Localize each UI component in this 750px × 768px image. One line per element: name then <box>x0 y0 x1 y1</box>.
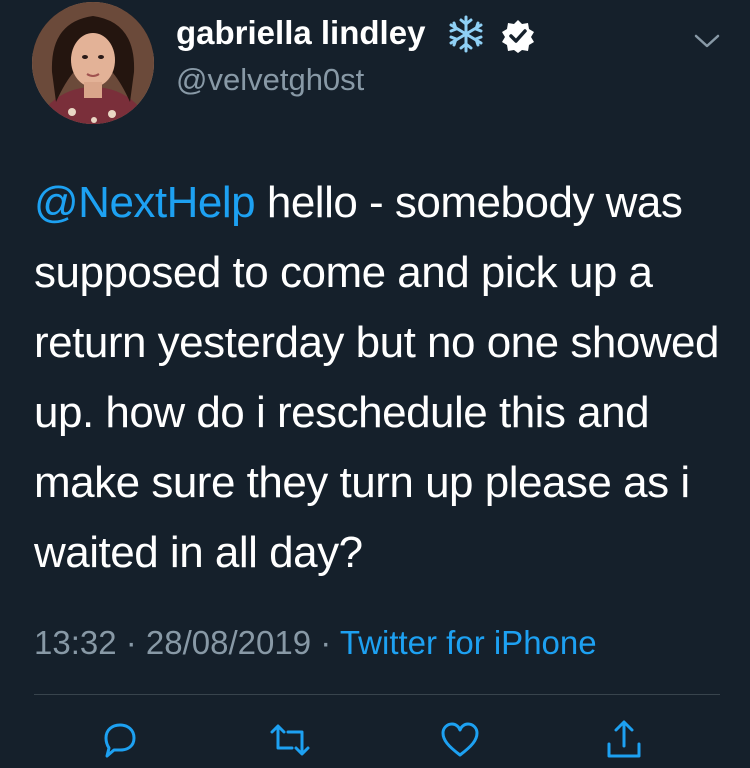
mention-link[interactable]: @NextHelp <box>34 178 256 227</box>
retweet-icon <box>270 724 310 756</box>
reply-button[interactable] <box>96 716 144 764</box>
meta-separator: · <box>311 624 340 661</box>
tweet-body: hello - somebody was supposed to come an… <box>34 178 720 577</box>
meta-separator: · <box>116 624 146 661</box>
like-icon <box>441 722 479 757</box>
tweet-date: 28/08/2019 <box>145 624 312 661</box>
retweet-button[interactable] <box>266 716 314 764</box>
tweet-time: 13:32 <box>34 624 117 661</box>
display-name[interactable]: gabriella lindley <box>176 14 425 52</box>
verified-badge-icon <box>502 20 534 53</box>
user-handle[interactable]: @velvetgh0st <box>176 62 364 98</box>
snowflake-icon <box>449 15 483 53</box>
share-icon <box>607 720 641 758</box>
tweet-meta: 13:32 · 28/08/2019 · Twitter for iPhone <box>34 624 597 662</box>
like-button[interactable] <box>436 716 484 764</box>
chevron-down-icon[interactable] <box>690 28 724 52</box>
tweet-source[interactable]: Twitter for iPhone <box>340 624 597 661</box>
share-button[interactable] <box>600 716 648 764</box>
reply-icon <box>104 723 136 758</box>
divider <box>34 694 720 695</box>
avatar[interactable] <box>32 2 154 124</box>
tweet-text: @NextHelp hello - somebody was supposed … <box>34 168 724 588</box>
